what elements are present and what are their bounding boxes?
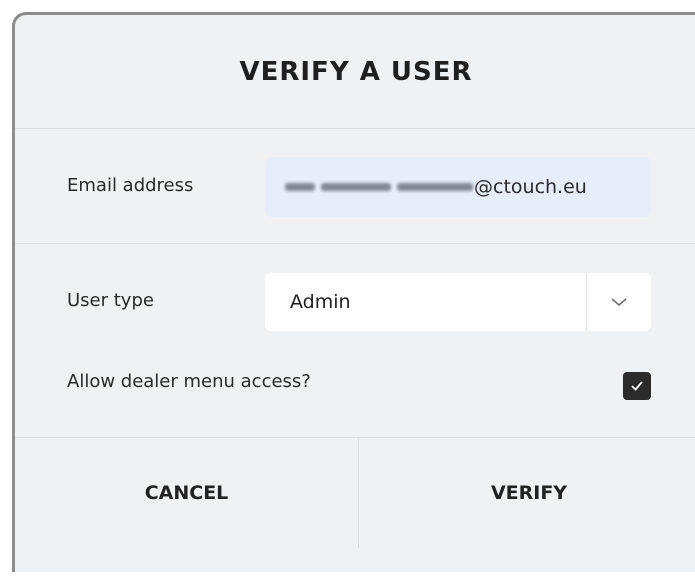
- email-field[interactable]: @ctouch.eu: [265, 157, 651, 217]
- user-type-label: User type: [67, 290, 154, 311]
- user-type-select[interactable]: Admin: [265, 273, 651, 331]
- checkmark-icon: [631, 381, 643, 391]
- email-domain-text: @ctouch.eu: [474, 176, 587, 198]
- email-label: Email address: [67, 175, 194, 196]
- chevron-down-icon[interactable]: [587, 273, 651, 331]
- dialog-title: VERIFY A USER: [239, 56, 473, 87]
- verify-user-dialog: VERIFY A USER Email address @ctouch.eu U…: [12, 12, 695, 572]
- redacted-text: [285, 183, 315, 191]
- email-row: Email address @ctouch.eu: [15, 129, 695, 244]
- user-type-selected-value: Admin: [290, 291, 351, 313]
- redacted-text: [397, 183, 473, 191]
- redacted-text: [321, 183, 391, 191]
- dealer-access-label: Allow dealer menu access?: [67, 371, 311, 392]
- dialog-footer: CANCEL VERIFY: [15, 437, 695, 578]
- dialog-header: VERIFY A USER: [15, 15, 695, 129]
- dealer-access-checkbox[interactable]: [623, 372, 651, 400]
- verify-button[interactable]: VERIFY: [359, 438, 695, 548]
- cancel-button[interactable]: CANCEL: [15, 438, 359, 548]
